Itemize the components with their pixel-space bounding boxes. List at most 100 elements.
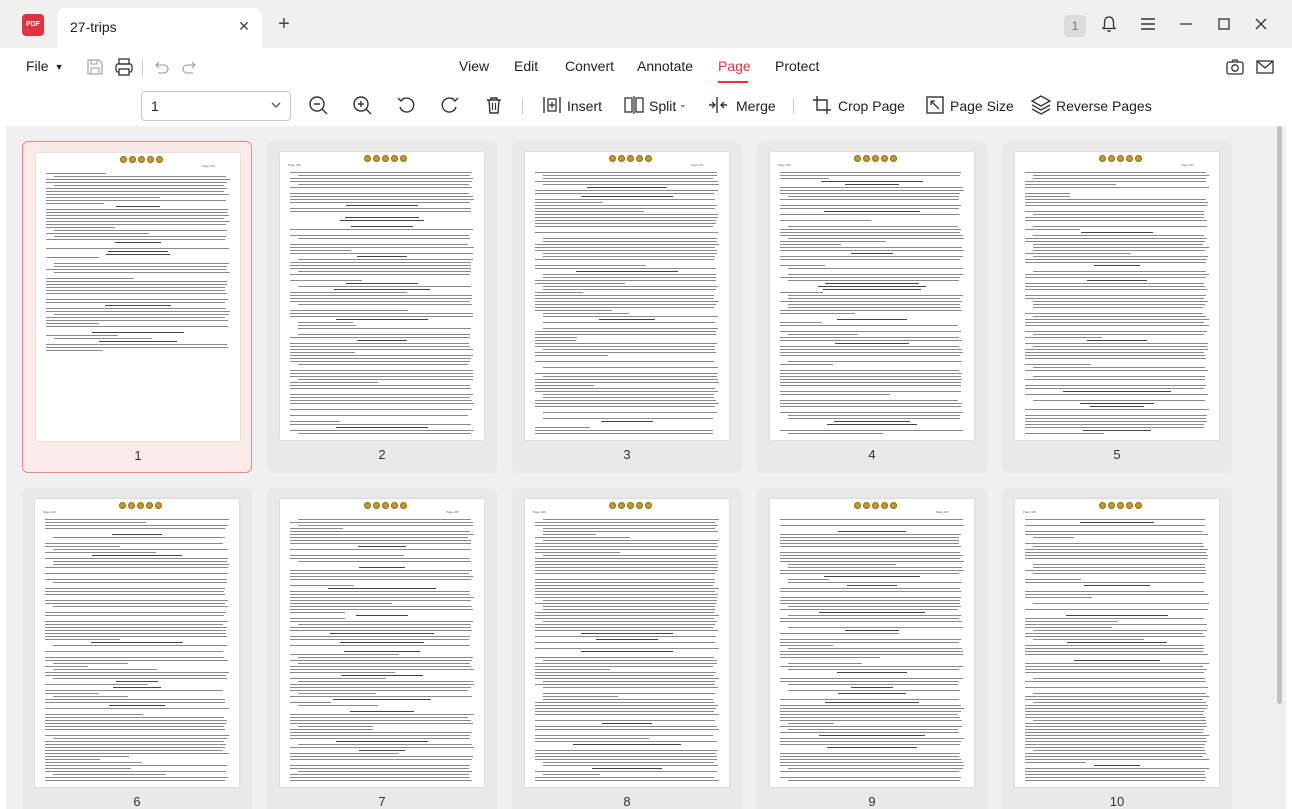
text-line — [1025, 756, 1204, 757]
merge-button[interactable]: Merge — [707, 94, 777, 118]
text-line — [788, 648, 962, 649]
text-line — [290, 723, 474, 724]
text-line — [290, 265, 472, 266]
text-line — [535, 343, 717, 344]
mail-icon[interactable] — [1254, 56, 1276, 78]
page-thumbnail[interactable]: Page 327 9 — [757, 488, 987, 809]
text-line — [45, 693, 99, 694]
text-line — [1033, 367, 1205, 368]
text-line — [45, 666, 89, 667]
text-line — [298, 175, 471, 176]
page-thumbnail[interactable]: Page 325 7 — [267, 488, 497, 809]
text-line — [1025, 295, 1207, 296]
text-line — [1025, 352, 1204, 353]
text-line — [543, 241, 718, 242]
text-line — [1025, 543, 1204, 544]
page-thumbnail[interactable]: Page 322 4 — [757, 141, 987, 473]
text-line — [780, 190, 964, 191]
page-size-button[interactable]: Page Size — [924, 94, 1014, 118]
trash-icon[interactable] — [483, 94, 505, 116]
nav-page[interactable]: Page — [718, 58, 751, 74]
text-line — [535, 759, 718, 760]
text-line — [1090, 406, 1144, 408]
page-thumbnail[interactable]: Page 326 8 — [512, 488, 742, 809]
insert-button[interactable]: Insert — [541, 94, 603, 118]
page-label: Page 323 — [1181, 163, 1194, 167]
text-line — [330, 633, 434, 635]
text-line — [780, 699, 959, 700]
text-line — [535, 672, 716, 673]
redo-icon[interactable] — [179, 56, 201, 78]
text-line — [1033, 537, 1074, 538]
nav-convert[interactable]: Convert — [565, 58, 614, 74]
camera-icon[interactable] — [1224, 56, 1246, 78]
text-line — [788, 582, 963, 583]
page-number-label: 5 — [1113, 447, 1121, 462]
text-line — [535, 657, 715, 658]
close-icon[interactable]: ✕ — [236, 18, 252, 34]
vertical-scrollbar[interactable] — [1276, 126, 1282, 809]
text-line — [45, 750, 224, 751]
zoom-out-icon[interactable] — [307, 94, 329, 116]
scrollbar-thumb[interactable] — [1277, 126, 1282, 704]
nav-annotate[interactable]: Annotate — [637, 58, 693, 74]
text-line — [780, 732, 959, 733]
text-line — [290, 178, 474, 179]
rotate-left-icon[interactable] — [395, 94, 417, 116]
text-line — [535, 427, 590, 428]
page-preview: Page 326 — [525, 499, 729, 787]
text-line — [1025, 184, 1116, 185]
text-line — [1033, 573, 1206, 574]
nav-edit[interactable]: Edit — [514, 58, 538, 74]
text-line — [535, 669, 611, 670]
minimize-icon[interactable] — [1175, 13, 1197, 35]
file-menu[interactable]: File ▼ — [26, 58, 63, 74]
page-thumbnail[interactable]: Page 323 5 — [1002, 141, 1232, 473]
text-line — [818, 286, 926, 288]
hamburger-icon[interactable] — [1137, 13, 1159, 35]
page-thumbnail[interactable]: Page 321 3 — [512, 141, 742, 473]
notification-count-badge[interactable]: 1 — [1064, 15, 1086, 37]
chevron-down-icon: ⌄ — [679, 99, 687, 109]
text-line — [1025, 421, 1207, 422]
zoom-in-icon[interactable] — [351, 94, 373, 116]
page-thumbnail[interactable]: Page 328 10 — [1002, 488, 1232, 809]
text-line — [290, 400, 472, 401]
text-line — [1025, 193, 1070, 194]
text-line — [290, 558, 470, 559]
text-line — [1025, 283, 1205, 284]
text-line — [788, 606, 961, 607]
text-line — [1025, 636, 1205, 637]
text-line — [780, 208, 960, 209]
text-line — [46, 290, 225, 291]
bell-icon[interactable] — [1098, 13, 1120, 35]
close-window-icon[interactable] — [1250, 13, 1272, 35]
text-line — [1033, 301, 1208, 302]
text-line — [290, 250, 351, 251]
page-thumbnail[interactable]: Page 320 2 — [267, 141, 497, 473]
page-number-select[interactable]: 1 — [141, 91, 291, 121]
text-line — [340, 642, 424, 644]
document-tab[interactable]: 27-trips ✕ — [57, 8, 262, 48]
page-thumbnail[interactable]: Page 319 1 — [22, 141, 252, 473]
nav-view[interactable]: View — [459, 58, 489, 74]
text-line — [1025, 597, 1092, 598]
split-button[interactable]: Split ⌄ — [623, 94, 688, 118]
plus-icon[interactable]: + — [274, 14, 294, 34]
text-line — [92, 332, 184, 334]
text-line — [53, 774, 167, 775]
text-line — [788, 304, 960, 305]
text-line — [788, 298, 960, 299]
nav-protect[interactable]: Protect — [775, 58, 819, 74]
print-icon[interactable] — [113, 56, 135, 78]
reverse-pages-button[interactable]: Reverse Pages — [1030, 94, 1152, 118]
text-line — [290, 687, 471, 688]
save-icon[interactable] — [84, 56, 106, 78]
text-line — [290, 430, 474, 431]
page-label: Page 328 — [1023, 510, 1036, 514]
page-thumbnail[interactable]: Page 324 6 — [22, 488, 252, 809]
rotate-right-icon[interactable] — [439, 94, 461, 116]
undo-icon[interactable] — [150, 56, 172, 78]
maximize-icon[interactable] — [1213, 13, 1235, 35]
crop-page-button[interactable]: Crop Page — [811, 94, 905, 118]
